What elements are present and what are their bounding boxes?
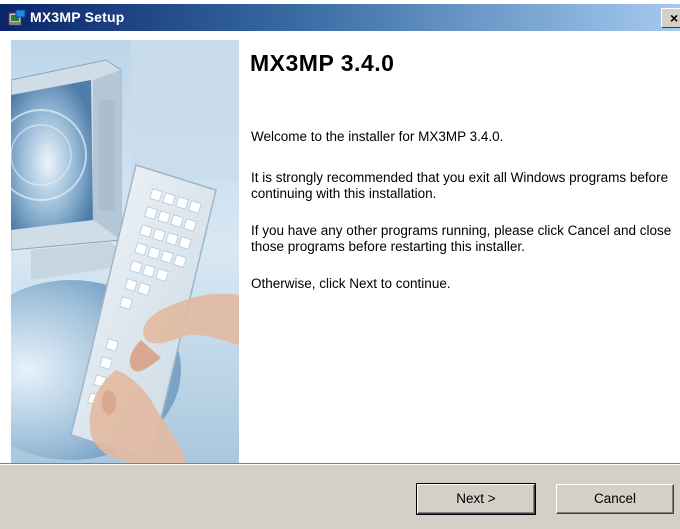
welcome-text: Welcome to the installer for MX3MP 3.4.0… <box>251 129 504 144</box>
welcome-panel: MX3MP 3.4.0 Welcome to the installer for… <box>0 31 680 463</box>
close-button[interactable]: × <box>661 8 680 28</box>
button-bar: Next > Cancel <box>0 465 680 529</box>
cancel-button[interactable]: Cancel <box>556 484 674 514</box>
close-icon: × <box>670 10 679 26</box>
recommend-text: It is strongly recommended that you exit… <box>251 170 669 201</box>
window-title: MX3MP Setup <box>30 9 125 25</box>
installer-icon <box>8 9 26 26</box>
setup-window: MX3MP Setup × MX3MP 3.4.0 Welcome to the… <box>0 4 680 529</box>
next-button[interactable]: Next > <box>416 483 536 515</box>
keyboard-computer-illustration <box>11 40 239 463</box>
continue-text: Otherwise, click Next to continue. <box>251 276 451 291</box>
page-title: MX3MP 3.4.0 <box>250 50 395 76</box>
running-programs-text: If you have any other programs running, … <box>251 223 672 254</box>
title-bar[interactable]: MX3MP Setup × <box>0 4 680 31</box>
